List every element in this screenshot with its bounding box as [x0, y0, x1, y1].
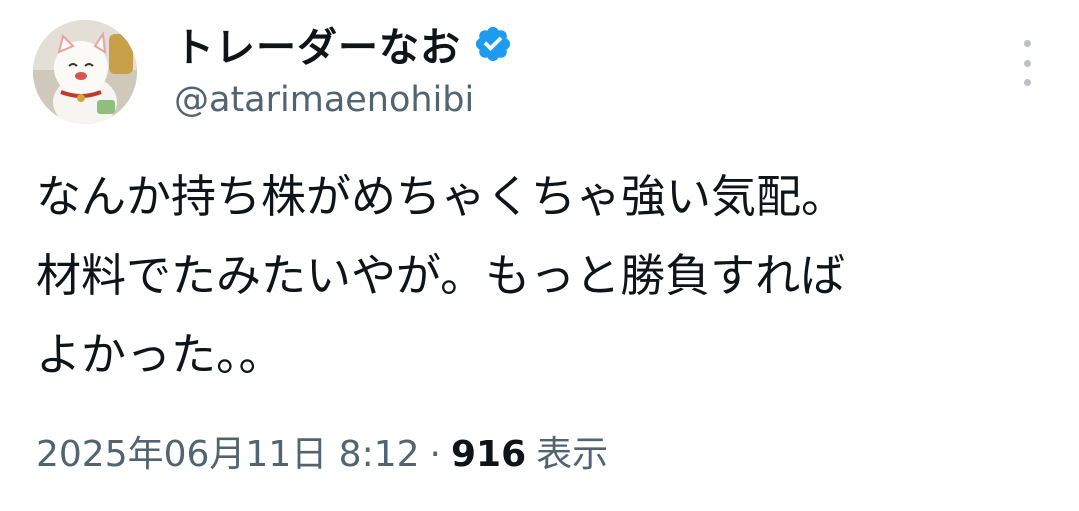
tweet-meta: 2025年06月11日 8:12 · 916 表示 [36, 425, 608, 477]
views-count: 916 [450, 434, 527, 475]
tweet-line: 材料でたみたいやが。もっと勝負すれば [36, 249, 846, 302]
tweet-line: なんか持ち株がめちゃくちゃ強い気配。 [36, 170, 847, 223]
user-name-row[interactable]: トレーダーなお [174, 14, 513, 74]
meta-separator: · [429, 434, 441, 475]
more-vertical-icon[interactable] [1015, 40, 1039, 86]
verified-badge-icon [475, 26, 511, 62]
user-handle[interactable]: @atarimaenohibi [174, 80, 474, 120]
more-dot [1023, 40, 1031, 47]
tweet-timestamp[interactable]: 2025年06月11日 8:12 [36, 425, 420, 477]
tweet-line: よかった。。 [36, 328, 284, 381]
display-name[interactable]: トレーダーなお [174, 15, 461, 73]
avatar[interactable] [33, 20, 137, 124]
more-dot [1023, 79, 1031, 86]
more-dot [1023, 59, 1031, 67]
maneki-neko-avatar [33, 20, 137, 124]
views-label: 表示 [536, 434, 609, 475]
tweet-text: なんか持ち株がめちゃくちゃ強い気配。 材料でたみたいやが。もっと勝負すれば よか… [36, 157, 1046, 394]
